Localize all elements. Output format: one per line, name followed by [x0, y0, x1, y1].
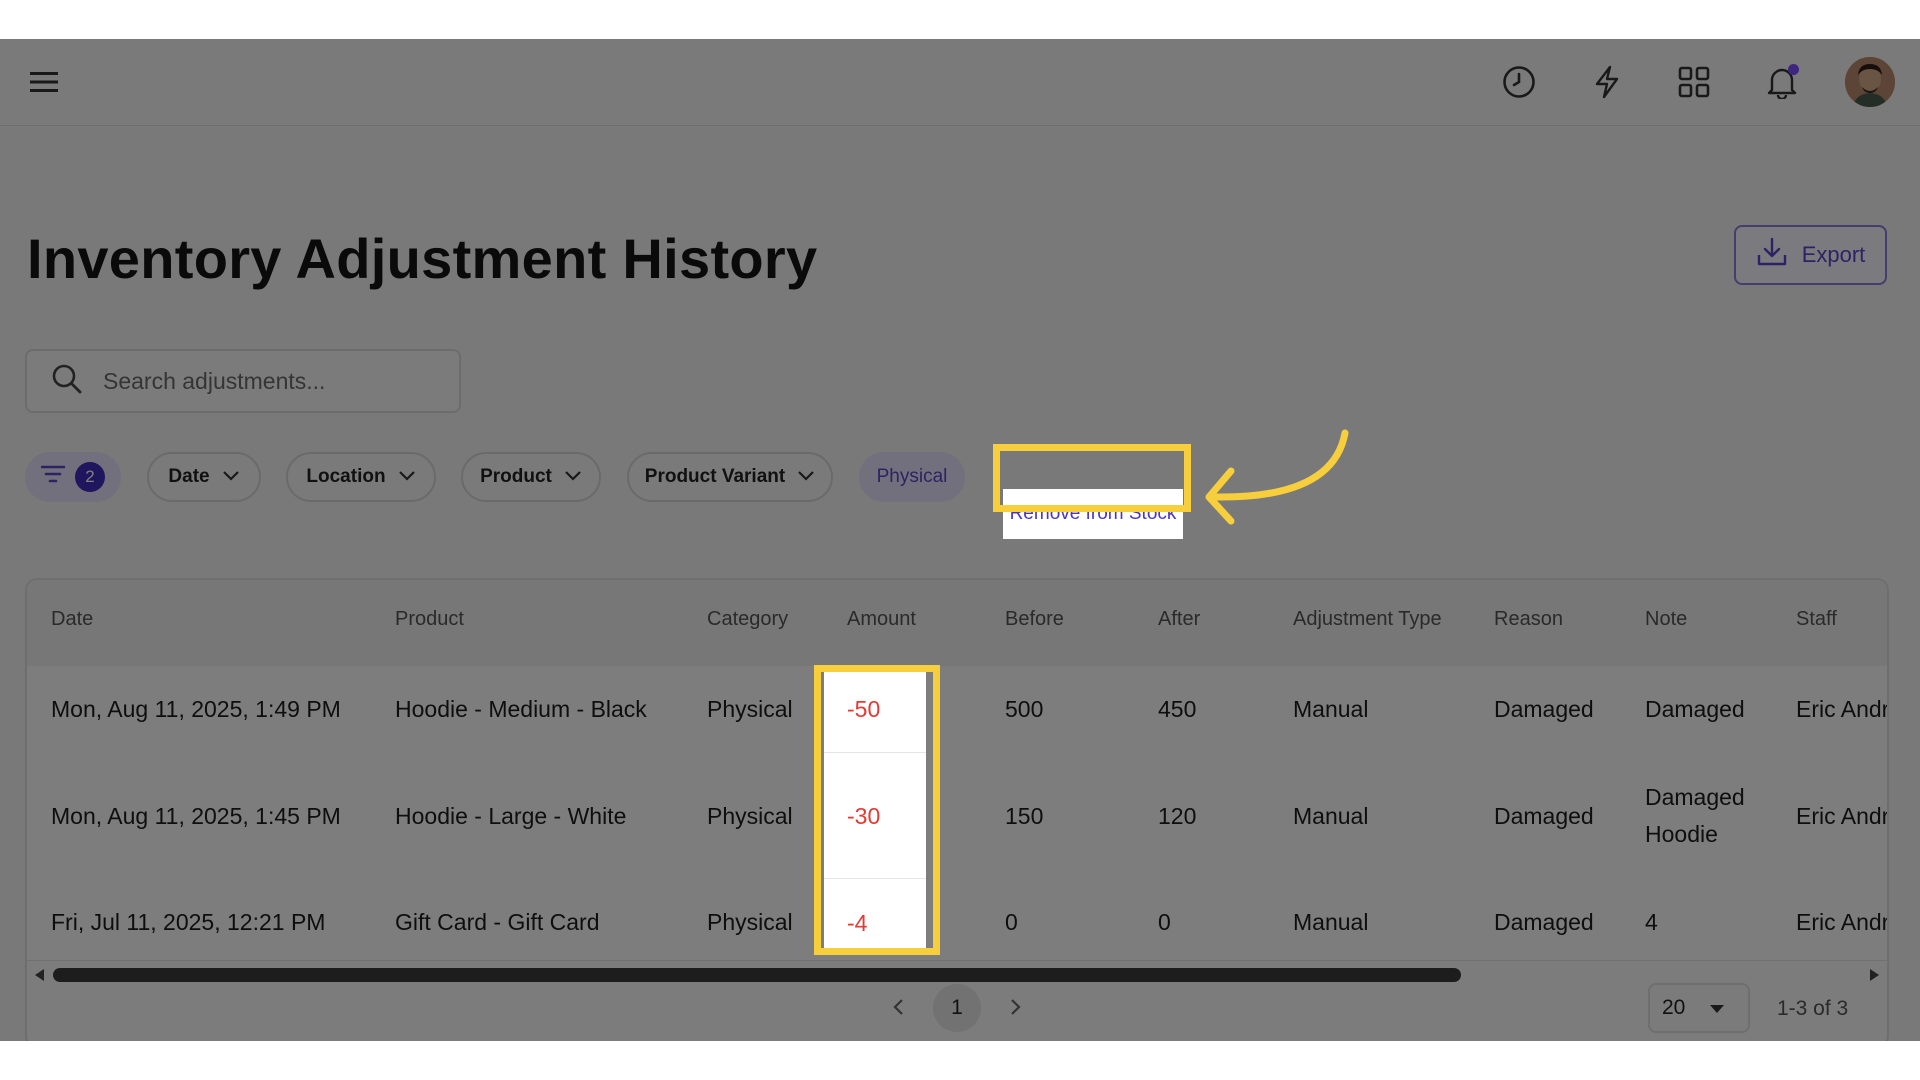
chip-label: Date: [168, 466, 210, 487]
cell-note-line2: Hoodie: [1645, 821, 1718, 847]
cell-reason: Damaged: [1494, 803, 1594, 829]
cell-date: Mon, Aug 11, 2025, 1:49 PM: [51, 696, 341, 722]
search-box[interactable]: [25, 349, 461, 413]
cell-amount: -30: [847, 803, 881, 829]
cell-before: 500: [1005, 696, 1044, 722]
cell-category: Physical: [707, 803, 793, 829]
export-label: Export: [1801, 242, 1866, 267]
column-header-note[interactable]: Note: [1645, 608, 1687, 631]
column-header-product[interactable]: Product: [395, 608, 464, 631]
cell-after: 120: [1158, 803, 1197, 829]
pagination-bar: 1 20 1-3 of 3: [0, 977, 1920, 1037]
cell-after: 0: [1158, 909, 1171, 935]
cell-product: Hoodie - Large - White: [395, 803, 627, 829]
cell-product: Gift Card - Gift Card: [395, 909, 600, 935]
bell-icon[interactable]: [1761, 61, 1803, 103]
app-window: Inventory Adjustment History Export 2 Da…: [0, 39, 1920, 1041]
column-header-category[interactable]: Category: [707, 608, 788, 631]
filter-chip-remove-from-stock[interactable]: Remove from Stock: [1003, 489, 1183, 539]
cell-adjustment-type: Manual: [1293, 803, 1369, 829]
results-range: 1-3 of 3: [1777, 997, 1849, 1020]
column-header-before[interactable]: Before: [1005, 608, 1064, 631]
adjustments-table: Date Product Category Amount Before Afte…: [25, 578, 1889, 1041]
cell-after: 450: [1158, 696, 1197, 722]
cell-staff: Eric Andr: [1796, 909, 1889, 935]
table-header: Date Product Category Amount Before Afte…: [27, 580, 1887, 667]
cell-date: Mon, Aug 11, 2025, 1:45 PM: [51, 803, 341, 829]
column-header-adjustment-type[interactable]: Adjustment Type: [1293, 608, 1442, 631]
column-header-date[interactable]: Date: [51, 608, 93, 631]
previous-page-chevron-icon[interactable]: [880, 989, 916, 1025]
cell-adjustment-type: Manual: [1293, 696, 1369, 722]
next-page-chevron-icon[interactable]: [998, 989, 1034, 1025]
chip-label: Location: [306, 466, 386, 487]
notification-dot: [1788, 64, 1799, 75]
cell-category: Physical: [707, 696, 793, 722]
filter-chip-product-variant[interactable]: Product Variant: [627, 452, 833, 502]
table-row[interactable]: Mon, Aug 11, 2025, 1:49 PM Hoodie - Medi…: [27, 666, 1887, 754]
export-button[interactable]: Export: [1734, 225, 1887, 285]
user-avatar[interactable]: [1845, 57, 1895, 107]
download-icon: [1756, 236, 1788, 274]
search-icon: [51, 363, 83, 400]
cell-reason: Damaged: [1494, 909, 1594, 935]
filter-toggle-button[interactable]: 2: [25, 452, 121, 502]
apps-grid-icon[interactable]: [1673, 61, 1715, 103]
cell-note: Damaged: [1645, 696, 1745, 722]
chevron-down-icon: [564, 466, 582, 488]
active-filter-count: 2: [75, 462, 105, 492]
page-size-value: 20: [1662, 996, 1686, 1019]
chevron-down-icon: [398, 466, 416, 488]
filter-chip-product[interactable]: Product: [461, 452, 601, 502]
table-row[interactable]: Fri, Jul 11, 2025, 12:21 PM Gift Card - …: [27, 879, 1887, 961]
cell-date: Fri, Jul 11, 2025, 12:21 PM: [51, 909, 326, 935]
cell-note-line1: Damaged: [1645, 784, 1745, 810]
search-input[interactable]: [101, 366, 445, 396]
menu-icon[interactable]: [29, 67, 59, 97]
column-header-amount[interactable]: Amount: [847, 608, 916, 631]
history-icon[interactable]: [1498, 61, 1540, 103]
cell-reason: Damaged: [1494, 696, 1594, 722]
cell-amount: -50: [847, 696, 881, 722]
table-row[interactable]: Mon, Aug 11, 2025, 1:45 PM Hoodie - Larg…: [27, 753, 1887, 880]
column-header-reason[interactable]: Reason: [1494, 608, 1563, 631]
cell-before: 0: [1005, 909, 1018, 935]
chip-label: Product: [480, 466, 552, 487]
cell-adjustment-type: Manual: [1293, 909, 1369, 935]
chevron-down-icon: [797, 466, 815, 488]
filter-chip-physical[interactable]: Physical: [859, 452, 965, 502]
current-page-button[interactable]: 1: [933, 984, 981, 1032]
cell-staff: Eric Andr: [1796, 696, 1889, 722]
lightning-icon[interactable]: [1586, 61, 1628, 103]
cell-product: Hoodie - Medium - Black: [395, 696, 647, 722]
cell-staff: Eric Andr: [1796, 803, 1889, 829]
cell-category: Physical: [707, 909, 793, 935]
filter-chip-date[interactable]: Date: [147, 452, 261, 502]
cell-amount: -4: [847, 910, 868, 936]
callout-arrow-icon: [1205, 429, 1349, 525]
caret-down-icon: [1709, 996, 1725, 1020]
filter-chip-location[interactable]: Location: [286, 452, 436, 502]
page-title: Inventory Adjustment History: [27, 227, 818, 290]
chip-label: Product Variant: [644, 466, 786, 487]
column-header-staff[interactable]: Staff: [1796, 608, 1837, 631]
filter-icon: [40, 464, 66, 490]
top-bar: [0, 39, 1920, 126]
chevron-down-icon: [222, 466, 240, 488]
cell-before: 150: [1005, 803, 1044, 829]
cell-note: 4: [1645, 909, 1658, 935]
page-size-select[interactable]: 20: [1648, 983, 1750, 1033]
column-header-after[interactable]: After: [1158, 608, 1200, 631]
chip-label: Physical: [876, 466, 948, 487]
